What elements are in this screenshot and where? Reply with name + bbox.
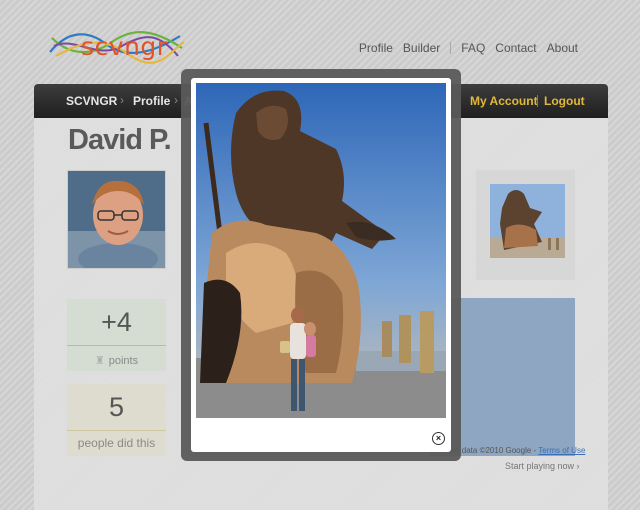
scvngr-logo[interactable]: scvngr bbox=[48, 26, 188, 66]
statue-thumbnail-image bbox=[490, 184, 565, 258]
breadcrumb-chevron-icon: › bbox=[120, 93, 124, 107]
lightbox-photo bbox=[196, 83, 446, 418]
breadcrumb-profile[interactable]: Profile bbox=[133, 94, 170, 108]
logout-link[interactable]: Logout bbox=[544, 94, 585, 108]
people-label: people did this bbox=[77, 436, 156, 450]
statue-photo-image bbox=[196, 83, 446, 418]
nav-contact-link[interactable]: Contact bbox=[495, 41, 536, 55]
challenge-thumbnail[interactable] bbox=[490, 184, 565, 258]
points-label: ♜ points bbox=[94, 355, 139, 367]
nav-builder-link[interactable]: Builder bbox=[403, 41, 440, 55]
my-account-link[interactable]: My Account bbox=[470, 94, 538, 108]
nav-divider bbox=[450, 42, 452, 54]
avatar[interactable] bbox=[67, 170, 166, 269]
nav-about-link[interactable]: About bbox=[547, 41, 578, 55]
logo-wordmark: scvngr bbox=[81, 32, 168, 61]
profile-name: David P. bbox=[68, 124, 172, 156]
top-navigation: Profile Builder FAQ Contact About bbox=[349, 40, 578, 56]
people-count: 5 bbox=[108, 392, 125, 422]
map-attribution: Map data ©2010 Google - Terms of Use bbox=[444, 446, 586, 455]
nav-faq-link[interactable]: FAQ bbox=[461, 41, 485, 55]
points-stat: +4 ♜ points bbox=[67, 299, 166, 371]
breadcrumb-chevron-icon: › bbox=[174, 93, 178, 107]
close-icon[interactable]: × bbox=[432, 432, 445, 445]
start-playing-link[interactable]: Start playing now › bbox=[505, 461, 580, 471]
navbar-divider bbox=[537, 95, 538, 107]
people-stat: 5 people did this bbox=[67, 384, 166, 456]
stat-divider bbox=[67, 345, 166, 346]
avatar-portrait bbox=[68, 171, 165, 268]
trophy-icon: ♜ bbox=[94, 355, 105, 367]
terms-of-use-link[interactable]: Terms of Use bbox=[538, 446, 585, 455]
nav-profile-link[interactable]: Profile bbox=[359, 41, 393, 55]
breadcrumb-scvngr[interactable]: SCVNGR bbox=[66, 94, 117, 108]
stat-divider bbox=[67, 430, 166, 431]
points-value: +4 bbox=[101, 307, 132, 337]
